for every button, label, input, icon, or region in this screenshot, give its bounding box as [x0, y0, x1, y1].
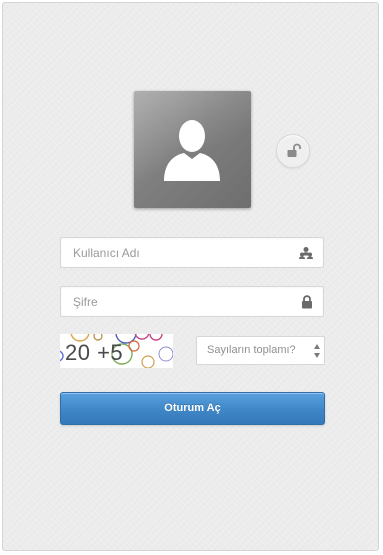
login-button[interactable]: Oturum Aç	[60, 392, 325, 425]
username-placeholder: Kullanıcı Adı	[73, 246, 140, 260]
captcha-image: 20 +5	[60, 334, 173, 368]
password-field[interactable]: Şifre	[60, 286, 324, 317]
user-silhouette-icon	[164, 120, 220, 181]
captcha-sum-placeholder: Sayıların toplamı?	[207, 344, 296, 356]
captcha-sum-input[interactable]: Sayıların toplamı?	[196, 336, 325, 365]
password-placeholder: Şifre	[73, 295, 98, 309]
unlock-icon	[287, 143, 301, 157]
login-panel: Kullanıcı Adı Şifre 20 +5 Sayıların topl…	[2, 2, 379, 551]
up-down-arrows-icon[interactable]	[313, 343, 321, 359]
users-icon	[299, 246, 313, 265]
user-avatar	[134, 91, 251, 208]
captcha-text: 20 +5	[65, 340, 124, 365]
username-field[interactable]: Kullanıcı Adı	[60, 237, 324, 268]
unlock-button[interactable]	[276, 134, 310, 168]
lock-icon	[301, 295, 313, 314]
